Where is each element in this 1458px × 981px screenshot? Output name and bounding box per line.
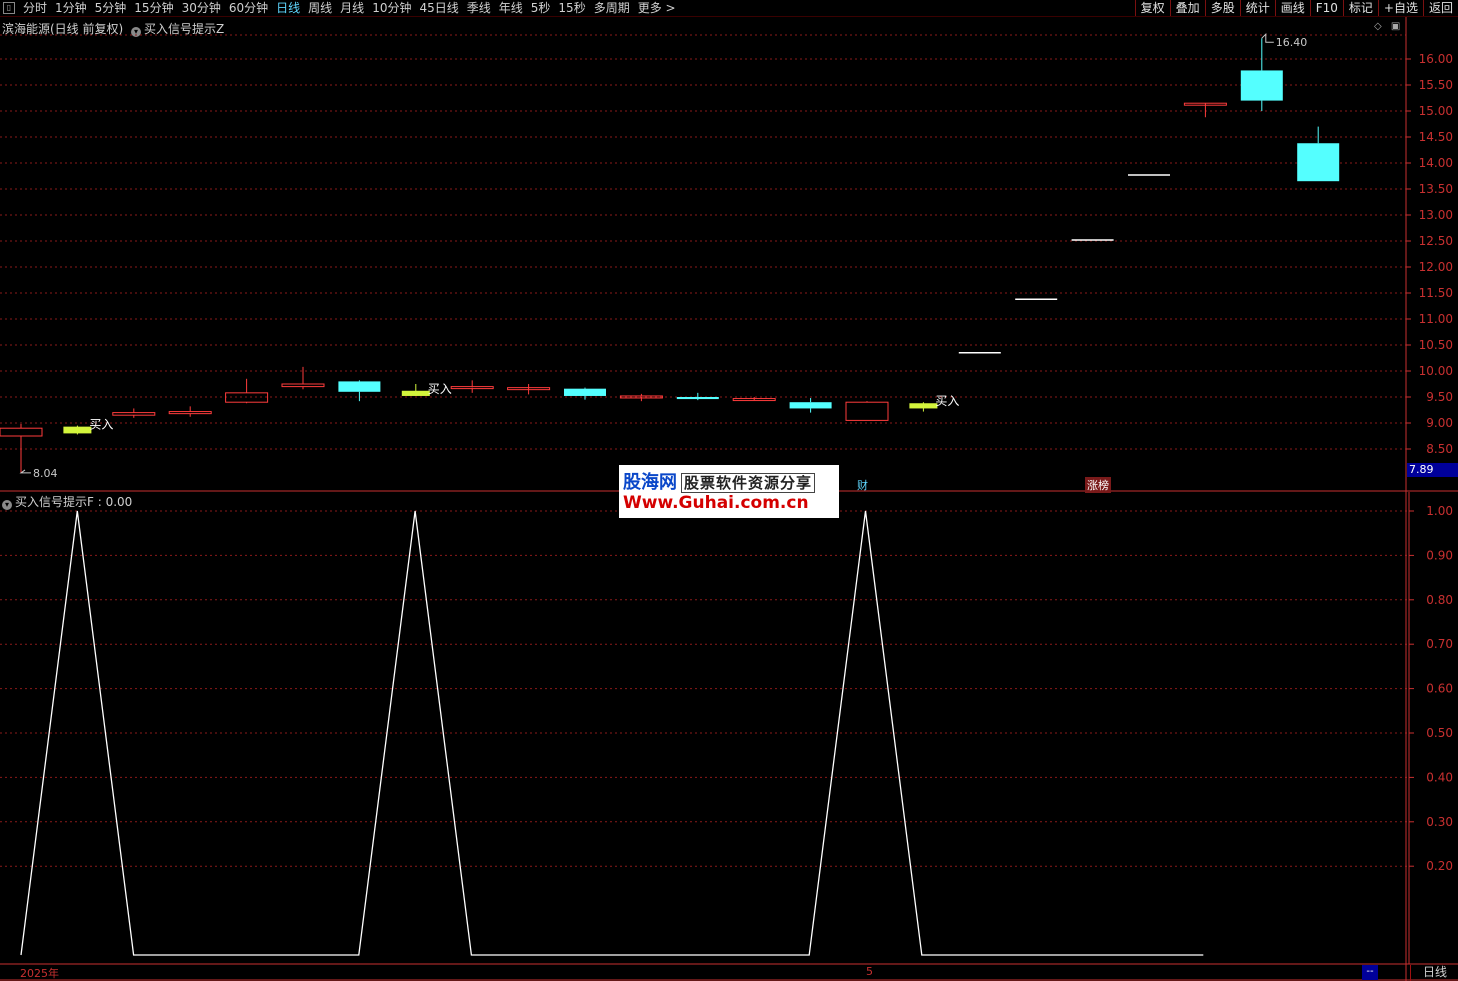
y-tick-label: 0.30 bbox=[1426, 815, 1453, 829]
candle-body-down bbox=[338, 381, 381, 392]
finance-event-label[interactable]: 财 bbox=[857, 477, 868, 493]
y-tick-label: 10.50 bbox=[1419, 338, 1453, 352]
candle bbox=[168, 406, 212, 417]
watermark-slogan: 股票软件资源分享 bbox=[681, 473, 816, 493]
candle bbox=[338, 380, 381, 402]
candle bbox=[732, 397, 776, 402]
candle-body-up bbox=[845, 401, 889, 421]
period-indicator[interactable]: 日线 bbox=[1410, 965, 1458, 981]
watermark-brand: 股海网 bbox=[623, 472, 677, 493]
candle bbox=[1297, 126, 1340, 182]
y-tick-label: 0.90 bbox=[1426, 548, 1453, 562]
candle-body-down bbox=[1240, 70, 1283, 101]
candle bbox=[564, 387, 606, 400]
candle-body-up bbox=[281, 383, 325, 388]
month-marker: 5 bbox=[866, 965, 873, 978]
candle-body-up bbox=[450, 386, 494, 390]
candle bbox=[845, 401, 889, 421]
candle bbox=[789, 398, 832, 413]
buy-signal-label: 买入 bbox=[428, 382, 452, 396]
candle-body-down bbox=[564, 388, 606, 396]
y-tick-label: 10.00 bbox=[1419, 364, 1453, 378]
y-tick-label: 11.00 bbox=[1419, 312, 1453, 326]
y-tick-label: 0.60 bbox=[1426, 682, 1453, 696]
candle bbox=[225, 378, 269, 404]
y-tick-label: 9.00 bbox=[1426, 416, 1453, 430]
limit-list-event-label[interactable]: 涨榜 bbox=[1085, 477, 1111, 493]
watermark: 股海网 股票软件资源分享 Www.Guhai.com.cn bbox=[619, 465, 839, 518]
watermark-top: 股海网 股票软件资源分享 bbox=[623, 468, 816, 494]
candles-layer bbox=[0, 38, 1340, 473]
candle bbox=[401, 384, 430, 396]
y-tick-label: 9.50 bbox=[1426, 390, 1453, 404]
y-tick-label: 12.00 bbox=[1419, 260, 1453, 274]
y-tick-label: 0.80 bbox=[1426, 593, 1453, 607]
sub-indicator-value: : 0.00 bbox=[97, 495, 133, 509]
candle bbox=[676, 392, 719, 401]
current-price-box: 7.89 bbox=[1407, 463, 1458, 477]
y-tick-label: 8.50 bbox=[1426, 442, 1453, 456]
price-labels-layer: 买入买入买入16.408.04 bbox=[19, 32, 1308, 480]
sub-grid bbox=[0, 510, 1409, 867]
candle-body-down bbox=[676, 397, 719, 400]
candle-body-down bbox=[789, 402, 832, 409]
high-price-label: 16.40 bbox=[1276, 36, 1308, 49]
candle bbox=[450, 380, 494, 393]
candle bbox=[1183, 102, 1227, 118]
candle-body-up bbox=[0, 427, 43, 437]
watermark-url: Www.Guhai.com.cn bbox=[623, 493, 809, 513]
buy-signal-label: 买入 bbox=[935, 394, 959, 408]
y-tick-label: 15.50 bbox=[1419, 78, 1453, 92]
main-y-axis: 8.50 9.00 9.50 10.00 10.50 11.00 11.50 12.00 12.… bbox=[1406, 52, 1453, 456]
candle bbox=[63, 425, 92, 435]
sub-chart-title: ▾ 买入信号提示F : 0.00 bbox=[2, 493, 132, 510]
y-tick-label: 13.50 bbox=[1419, 182, 1453, 196]
main-grid bbox=[0, 34, 1406, 450]
y-tick-label: 16.00 bbox=[1419, 52, 1453, 66]
y-tick-label: 0.20 bbox=[1426, 859, 1453, 873]
candle-body-up bbox=[168, 411, 212, 415]
candle-body-up bbox=[225, 392, 269, 403]
candle bbox=[619, 393, 663, 402]
candle bbox=[112, 408, 156, 418]
candle-body-up bbox=[112, 412, 156, 416]
y-tick-label: 0.50 bbox=[1426, 726, 1453, 740]
y-tick-label: 11.50 bbox=[1419, 286, 1453, 300]
signal-candle-body bbox=[401, 390, 430, 396]
candle bbox=[281, 366, 325, 390]
year-marker: 2025年 bbox=[20, 967, 59, 980]
y-tick-label: 13.00 bbox=[1419, 208, 1453, 222]
y-tick-label: 15.00 bbox=[1419, 104, 1453, 118]
low-price-label: 8.04 bbox=[33, 467, 58, 480]
sub-indicator-name: 买入信号提示F bbox=[15, 495, 94, 509]
candle-body-down bbox=[1297, 143, 1340, 182]
candle bbox=[0, 424, 43, 473]
sub-indicator-dropdown-icon[interactable]: ▾ bbox=[2, 500, 12, 510]
scroll-dash-button[interactable]: -- bbox=[1362, 965, 1378, 980]
y-tick-label: 14.00 bbox=[1419, 156, 1453, 170]
y-tick-label: 1.00 bbox=[1426, 504, 1453, 518]
y-tick-label: 12.50 bbox=[1419, 234, 1453, 248]
signal-candle-body bbox=[909, 403, 938, 409]
y-tick-label: 0.40 bbox=[1426, 770, 1453, 784]
candle bbox=[909, 402, 938, 412]
low-arrow bbox=[19, 469, 31, 474]
signal-candle-body bbox=[63, 426, 92, 434]
y-tick-label: 0.70 bbox=[1426, 637, 1453, 651]
buy-signal-label: 买入 bbox=[89, 418, 113, 432]
y-tick-label: 14.50 bbox=[1419, 130, 1453, 144]
candle bbox=[507, 384, 551, 395]
sub-y-axis: 0.20 0.30 0.40 0.50 0.60 0.70 0.80 0.90 1.00 bbox=[1409, 504, 1453, 873]
